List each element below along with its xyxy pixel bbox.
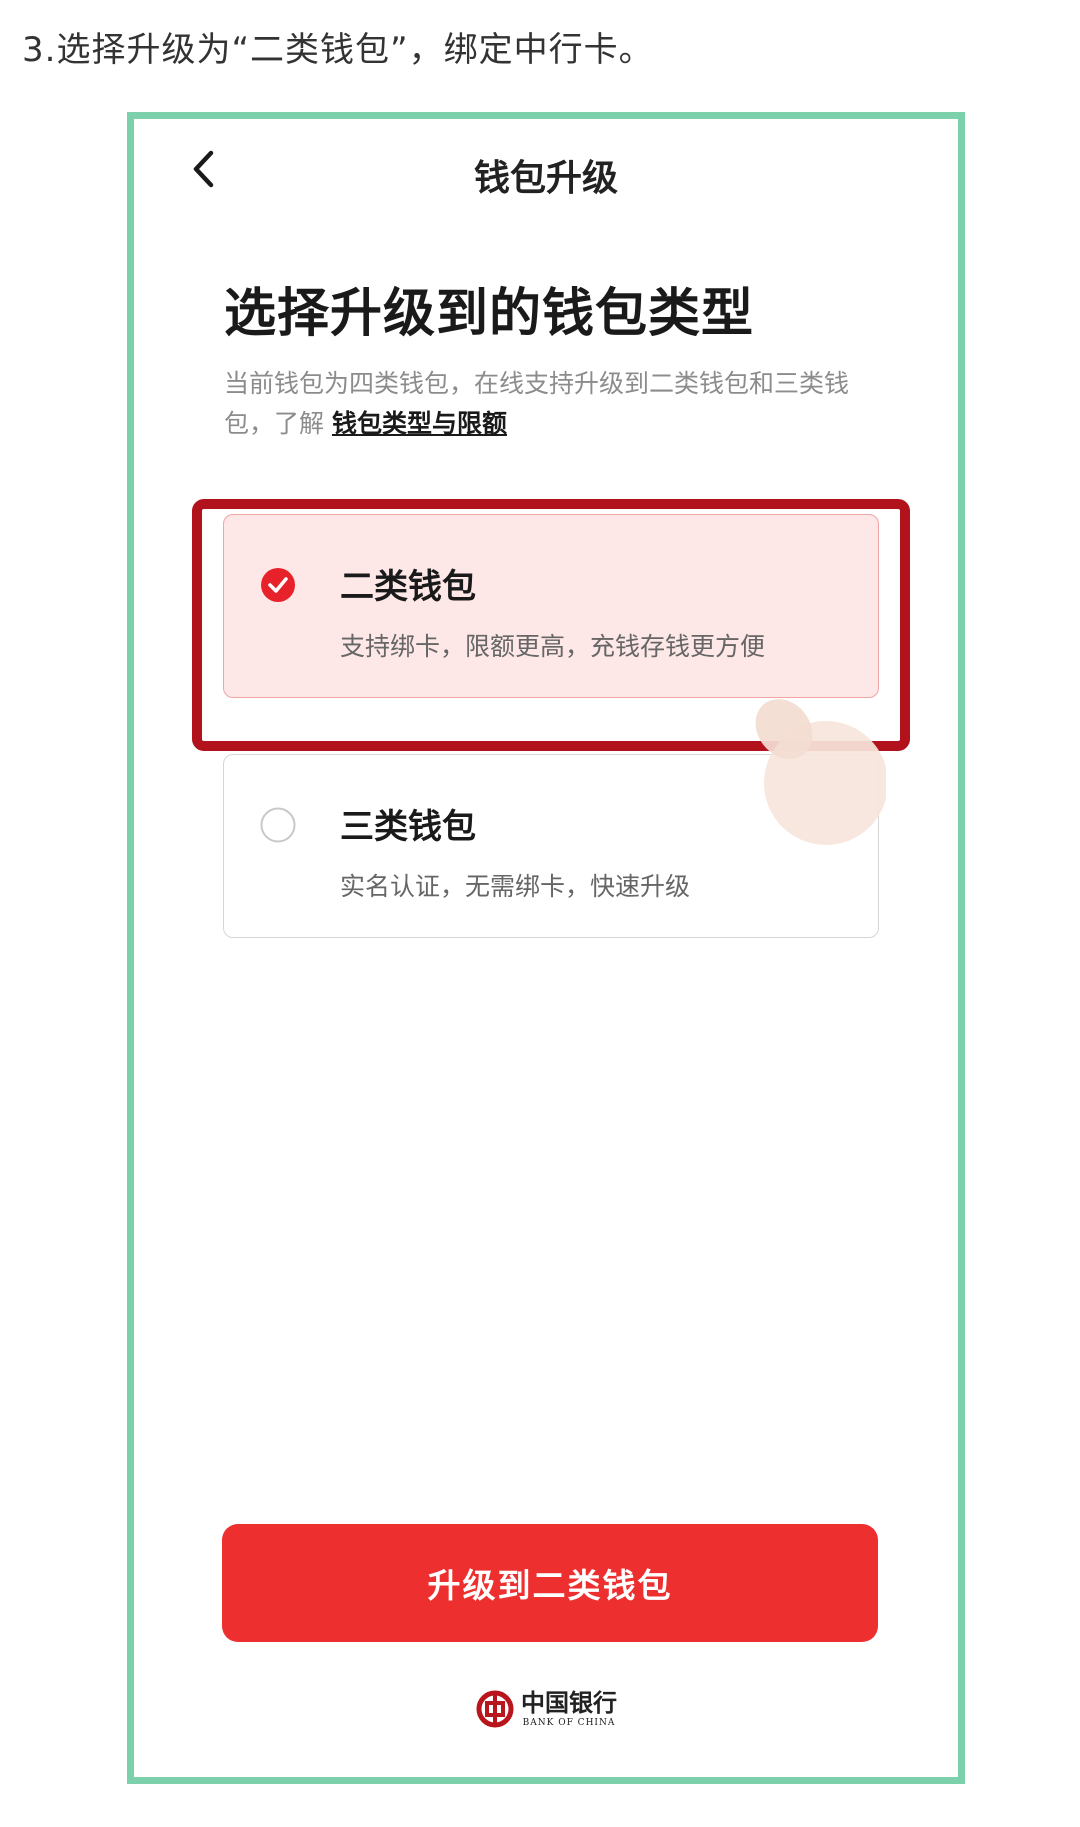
description: 当前钱包为四类钱包，在线支持升级到二类钱包和三类钱包，了解 钱包类型与限额 xyxy=(224,364,864,444)
section-heading: 选择升级到的钱包类型 xyxy=(224,284,755,344)
option-title: 三类钱包 xyxy=(340,807,476,847)
unchecked-radio-icon xyxy=(260,807,296,843)
description-text: 当前钱包为四类钱包，在线支持升级到二类钱包和三类钱包，了解 xyxy=(224,369,850,438)
bank-logo: 中国银行 BANK OF CHINA xyxy=(134,1689,958,1729)
option-class-3-wallet[interactable]: 三类钱包 实名认证，无需绑卡，快速升级 xyxy=(223,754,879,938)
option-subtitle: 实名认证，无需绑卡，快速升级 xyxy=(340,872,691,901)
upgrade-to-class-2-button[interactable]: 升级到二类钱包 xyxy=(222,1524,878,1642)
logo-name-en: BANK OF CHINA xyxy=(522,1718,616,1728)
page-title: 钱包升级 xyxy=(473,158,618,199)
wallet-types-limits-link[interactable]: 钱包类型与限额 xyxy=(332,409,507,438)
highlight-annotation-box xyxy=(192,499,910,751)
step-caption: 3.选择升级为“二类钱包”，绑定中行卡。 xyxy=(22,30,654,70)
logo-name-cn: 中国银行 xyxy=(521,1688,617,1717)
phone-screenshot-frame: 钱包升级 选择升级到的钱包类型 当前钱包为四类钱包，在线支持升级到二类钱包和三类… xyxy=(127,112,965,1784)
bank-of-china-logo-icon xyxy=(476,1690,514,1728)
